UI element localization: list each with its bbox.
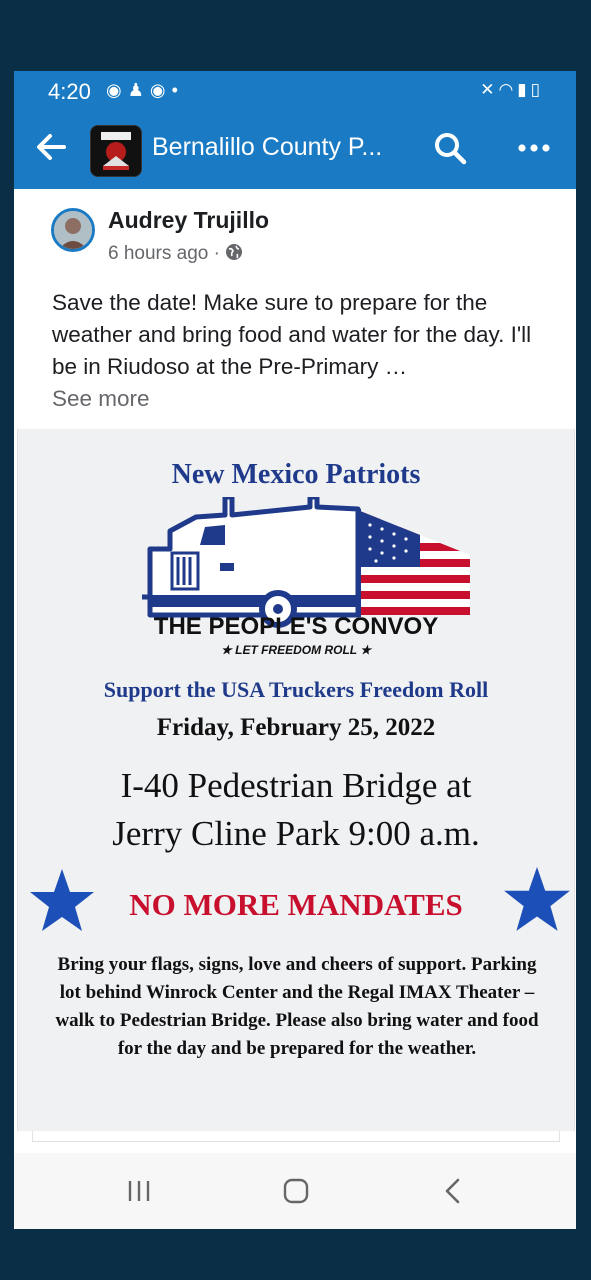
- post-card: Audrey Trujillo 6 hours ago · Save the d…: [32, 189, 558, 429]
- more-options-icon[interactable]: [514, 131, 554, 165]
- post-time[interactable]: 6 hours ago: [108, 243, 208, 264]
- star-icon: [504, 867, 570, 931]
- notification-icons: ◉♟◉•: [106, 80, 184, 101]
- post-body-text: Save the date! Make sure to prepare for …: [52, 290, 532, 379]
- location-line-1: I-40 Pedestrian Bridge at: [120, 766, 472, 805]
- post-card-bottom-edge: [32, 1131, 560, 1142]
- app-bar: Bernalillo County P...: [14, 113, 576, 189]
- android-nav-bar: [14, 1153, 576, 1229]
- globe-icon: [226, 244, 243, 260]
- flyer-heading: New Mexico Patriots: [171, 459, 421, 490]
- status-bar: 4:20 ◉♟◉• ✕◠▮▯: [14, 71, 576, 113]
- notification-icon: ♟: [127, 80, 150, 100]
- location-line-2: Jerry Cline Park 9:00 a.m.: [112, 814, 480, 853]
- flyer-details: Bring your flags, signs, love and cheers…: [55, 954, 539, 1059]
- home-icon[interactable]: [282, 1177, 310, 1205]
- meta-separator: ·: [213, 243, 220, 264]
- event-date: Friday, February 25, 2022: [156, 714, 436, 741]
- back-arrow-icon[interactable]: [32, 127, 72, 167]
- mute-vibrate-icon: ✕: [480, 80, 499, 99]
- see-more-link[interactable]: See more: [52, 383, 552, 415]
- convoy-tagline: ★ LET FREEDOM ROLL ★: [221, 643, 371, 657]
- status-time: 4:20: [48, 79, 91, 104]
- post-meta: 6 hours ago ·: [108, 243, 243, 265]
- wifi-icon: ◠: [498, 80, 518, 99]
- event-location: I-40 Pedestrian Bridge at Jerry Cline Pa…: [18, 762, 574, 858]
- group-avatar[interactable]: [90, 125, 142, 177]
- convoy-title: THE PEOPLE'S CONVOY: [153, 613, 439, 640]
- group-logo-icon: [91, 126, 141, 176]
- system-icons: ✕◠▮▯: [480, 80, 544, 100]
- recents-icon[interactable]: [126, 1179, 152, 1203]
- phone-screen: 4:20 ◉♟◉• ✕◠▮▯ Bernalillo County P... Au…: [14, 71, 576, 1229]
- battery-charging-icon: ▯: [530, 80, 544, 99]
- messenger-icon: ◉: [149, 80, 172, 100]
- post-text: Save the date! Make sure to prepare for …: [52, 287, 552, 415]
- author-avatar[interactable]: [51, 208, 95, 252]
- person-icon: [54, 211, 92, 249]
- back-icon[interactable]: [442, 1177, 464, 1205]
- event-flyer-image[interactable]: New Mexico Patriots THE PEOPLE'S CONVOY …: [17, 429, 575, 1131]
- group-title[interactable]: Bernalillo County P...: [152, 133, 382, 162]
- author-name[interactable]: Audrey Trujillo: [108, 207, 269, 234]
- messenger-icon: ◉: [106, 80, 128, 100]
- signal-icon: ▮: [517, 80, 531, 99]
- dot-icon: •: [171, 80, 184, 100]
- no-more-mandates-text: NO MORE MANDATES: [129, 887, 463, 922]
- search-icon[interactable]: [432, 130, 468, 166]
- support-line: Support the USA Truckers Freedom Roll: [103, 677, 489, 702]
